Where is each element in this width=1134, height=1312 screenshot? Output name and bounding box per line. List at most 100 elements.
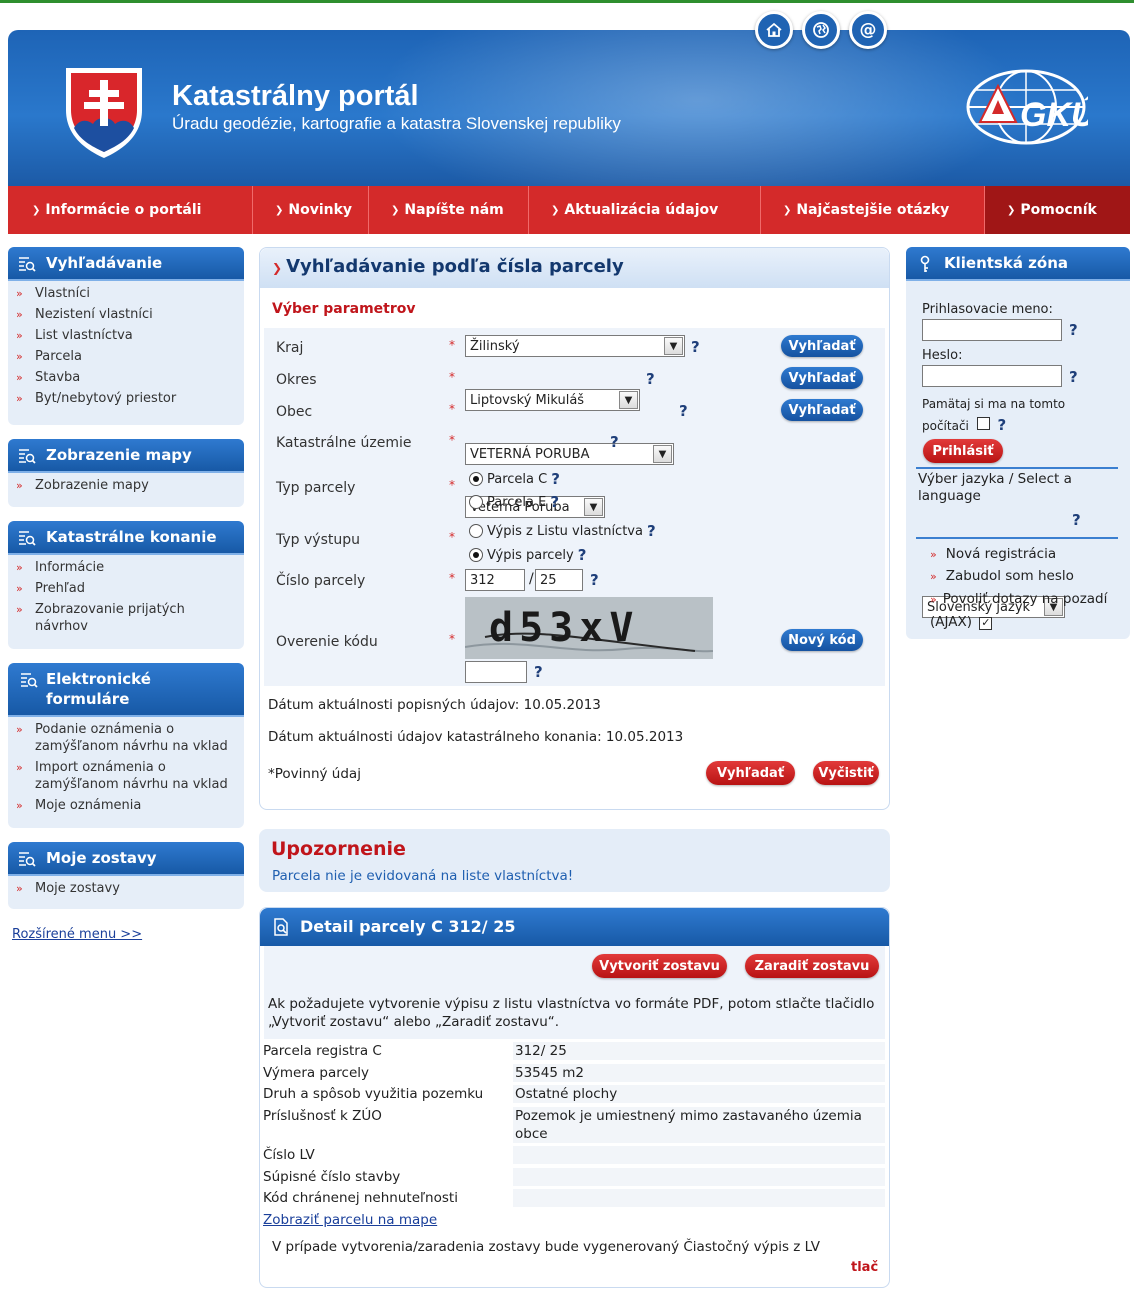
- sidebar-item-flat[interactable]: » Byt/nebytový priestor: [8, 388, 244, 409]
- ajax-option: » Povoliť dotazy na pozadí (AJAX) ✓: [930, 591, 1108, 630]
- sidebar-item-submit-notice[interactable]: » Podanie oznámenia o zamýšľanom návrhu n…: [8, 719, 244, 757]
- kraj-select[interactable]: Žilinský ▼: [465, 335, 685, 357]
- create-report-button[interactable]: Vytvoriť zostavu: [592, 954, 727, 978]
- required-mark: *: [449, 370, 455, 384]
- search-list-icon: [21, 673, 38, 688]
- okres-help[interactable]: ?: [646, 370, 655, 388]
- svg-text:GKÚ: GKÚ: [1020, 96, 1088, 134]
- chevron-down-icon: ▼: [664, 337, 683, 355]
- sidebar-item-parcel[interactable]: » Parcela: [8, 346, 244, 367]
- captcha-input[interactable]: [465, 661, 527, 683]
- kraj-search-button[interactable]: Vyhľadať: [781, 335, 863, 357]
- radio-selected[interactable]: [469, 548, 483, 562]
- nav-contact[interactable]: ❯ Napíšte nám: [369, 186, 529, 234]
- parcel-number-help[interactable]: ?: [590, 571, 599, 589]
- sidebar-item-show-map[interactable]: » Zobrazenie mapy: [8, 475, 244, 496]
- radio-selected[interactable]: [469, 472, 483, 486]
- register-link[interactable]: » Nová registrácia: [930, 546, 1056, 562]
- add-report-button[interactable]: Zaradiť zostavu: [745, 954, 879, 978]
- parcel-number-main-input[interactable]: 312: [465, 569, 525, 591]
- captcha-help[interactable]: ?: [534, 663, 543, 681]
- required-mark: *: [449, 571, 455, 585]
- sidebar-item-received-proposals[interactable]: » Zobrazovanie prijatých návrhov: [8, 599, 244, 637]
- nav-help[interactable]: ❯ Pomocník: [985, 186, 1130, 234]
- sidebar-search-heading: Vyhľadávanie: [8, 247, 244, 279]
- bullet-icon: »: [16, 350, 23, 363]
- bullet-icon: »: [16, 371, 23, 384]
- login-button[interactable]: Prihlásiť: [923, 439, 1003, 463]
- sidebar-item-information[interactable]: » Informácie: [8, 557, 244, 578]
- top-border: [0, 0, 1134, 3]
- show-on-map-link[interactable]: Zobraziť parcelu na mape: [263, 1212, 437, 1228]
- sidebar-item-overview[interactable]: » Prehľad: [8, 578, 244, 599]
- parcel-type-e-option[interactable]: Parcela E?: [469, 493, 559, 511]
- sidebar-item-unknown-owners[interactable]: » Nezistení vlastníci: [8, 304, 244, 325]
- sidebar-maps-box: Zobrazenie mapy » Zobrazenie mapy: [8, 439, 244, 507]
- bullet-icon: »: [930, 548, 937, 561]
- password-help[interactable]: ?: [1069, 368, 1078, 386]
- bullet-icon: »: [16, 561, 23, 574]
- chevron-down-icon: ▼: [619, 391, 638, 409]
- bullet-icon: »: [16, 761, 23, 774]
- parcel-type-c-option[interactable]: Parcela C?: [469, 470, 560, 488]
- kraj-help[interactable]: ?: [691, 338, 700, 356]
- parcel-number-sub-input[interactable]: 25: [535, 569, 583, 591]
- okres-select[interactable]: Liptovský Mikuláš ▼: [465, 389, 640, 411]
- bullet-icon: »: [16, 723, 23, 736]
- date-proceedings: Dátum aktuálnosti údajov katastrálneho k…: [268, 729, 684, 745]
- obec-label: Obec: [276, 404, 313, 420]
- radio-unselected[interactable]: [469, 524, 483, 538]
- svg-text:d53xV: d53xV: [489, 605, 639, 651]
- new-code-button[interactable]: Nový kód: [781, 629, 863, 651]
- print-link[interactable]: tlač: [851, 1260, 878, 1275]
- client-zone-heading: Klientská zóna: [906, 247, 1130, 279]
- sidebar-item-ownership-list[interactable]: » List vlastníctva: [8, 325, 244, 346]
- clear-button[interactable]: Vyčistiť: [813, 761, 879, 785]
- output-parcel-option[interactable]: Výpis parcely?: [469, 546, 586, 564]
- bullet-icon: »: [16, 392, 23, 405]
- sidebar-proceedings-heading: Katastrálne konanie: [8, 521, 244, 553]
- chevron-down-icon: ▼: [584, 498, 603, 516]
- nav-faq[interactable]: ❯ Najčastejšie otázky: [761, 186, 985, 234]
- search-button[interactable]: Vyhľadať: [706, 761, 795, 785]
- login-label: Prihlasovacie meno:: [922, 302, 1053, 317]
- nav-about[interactable]: ❯ Informácie o portáli: [8, 186, 253, 234]
- sidebar-item-import-notice[interactable]: » Import oznámenia o zamýšľanom návrhu na…: [8, 757, 244, 795]
- gku-logo: GKÚ: [966, 69, 1088, 145]
- contact-button[interactable]: @: [849, 11, 887, 49]
- sidebar-item-owners[interactable]: » Vlastníci: [8, 283, 244, 304]
- obec-select[interactable]: VETERNÁ PORUBA ▼: [465, 443, 674, 465]
- output-lv-option[interactable]: Výpis z Listu vlastníctva?: [469, 522, 656, 540]
- language-button[interactable]: [802, 11, 840, 49]
- language-help[interactable]: ?: [1072, 511, 1081, 529]
- login-help[interactable]: ?: [1069, 321, 1078, 339]
- sidebar-item-building[interactable]: » Stavba: [8, 367, 244, 388]
- parcel-type-label: Typ parcely: [276, 480, 356, 496]
- forgot-password-link[interactable]: » Zabudol som heslo: [930, 568, 1074, 584]
- search-panel-heading: ❯ Vyhľadávanie podľa čísla parcely: [260, 248, 889, 288]
- nav-data-update[interactable]: ❯ Aktualizácia údajov: [529, 186, 761, 234]
- at-icon: @: [859, 20, 877, 40]
- chevron-down-icon: ▼: [653, 445, 672, 463]
- required-mark: *: [449, 478, 455, 492]
- obec-help[interactable]: ?: [679, 402, 688, 420]
- nav-news[interactable]: ❯ Novinky: [253, 186, 369, 234]
- home-button[interactable]: [755, 11, 793, 49]
- okres-search-button[interactable]: Vyhľadať: [781, 367, 863, 389]
- bullet-icon: »: [16, 582, 23, 595]
- document-search-icon: [274, 918, 288, 936]
- remember-checkbox[interactable]: [976, 417, 990, 430]
- password-input[interactable]: [922, 365, 1062, 387]
- required-mark: *: [449, 433, 455, 447]
- warning-title: Upozornenie: [271, 838, 406, 860]
- sidebar-item-my-reports[interactable]: » Moje zostavy: [8, 878, 244, 899]
- login-input[interactable]: [922, 319, 1062, 341]
- bullet-icon: »: [16, 882, 23, 895]
- language-label: Výber jazyka / Select a language: [918, 471, 1072, 504]
- extended-menu-link[interactable]: Rozšírené menu >>: [12, 927, 142, 942]
- ku-help[interactable]: ?: [610, 433, 619, 451]
- sidebar-item-my-notices[interactable]: » Moje oznámenia: [8, 795, 244, 816]
- radio-unselected[interactable]: [469, 495, 483, 509]
- obec-search-button[interactable]: Vyhľadať: [781, 399, 863, 421]
- ajax-checkbox[interactable]: ✓: [979, 616, 993, 630]
